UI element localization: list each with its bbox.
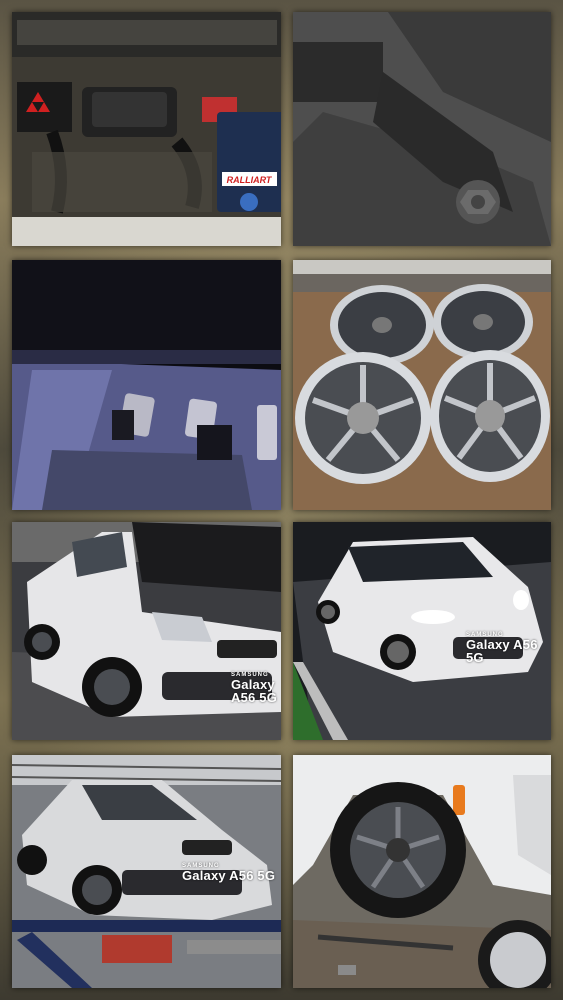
watermark-model: Galaxy A56 5G [182, 868, 276, 883]
photo-night-car: SAMSUNG Galaxy A56 5G [293, 522, 551, 740]
wheel-back-right [433, 284, 533, 360]
wheel-back-left [330, 285, 434, 365]
battery-label: RALLIART [227, 175, 273, 185]
photo-strut-mount-bolt [293, 12, 551, 246]
photo-wheels [293, 260, 551, 510]
wheel-closeup-image [293, 755, 551, 988]
samsung-watermark: SAMSUNG Galaxy A56 5G [466, 632, 551, 664]
strut-bolt-image [293, 12, 551, 246]
photo-pedals [12, 260, 281, 510]
photo-wheel-closeup [293, 755, 551, 988]
photo-hood-open: SAMSUNG Galaxy A56 5G [12, 522, 281, 740]
wheel-front-left [295, 352, 431, 484]
wheels-image [293, 260, 551, 510]
pedals-image [12, 260, 281, 510]
wheel-front-right [430, 350, 550, 482]
night-car-image [293, 522, 551, 740]
engine-bay-image: RALLIART [12, 12, 281, 246]
samsung-watermark: SAMSUNG Galaxy A56 5G [231, 672, 281, 704]
photo-engine-bay: RALLIART [12, 12, 281, 246]
watermark-model: Galaxy A56 5G [466, 637, 538, 665]
samsung-watermark: SAMSUNG Galaxy A56 5G [182, 863, 275, 882]
watermark-model: Galaxy A56 5G [231, 677, 278, 705]
hood-open-image [12, 522, 281, 740]
photo-alignment-lift: SAMSUNG Galaxy A56 5G [12, 755, 281, 988]
